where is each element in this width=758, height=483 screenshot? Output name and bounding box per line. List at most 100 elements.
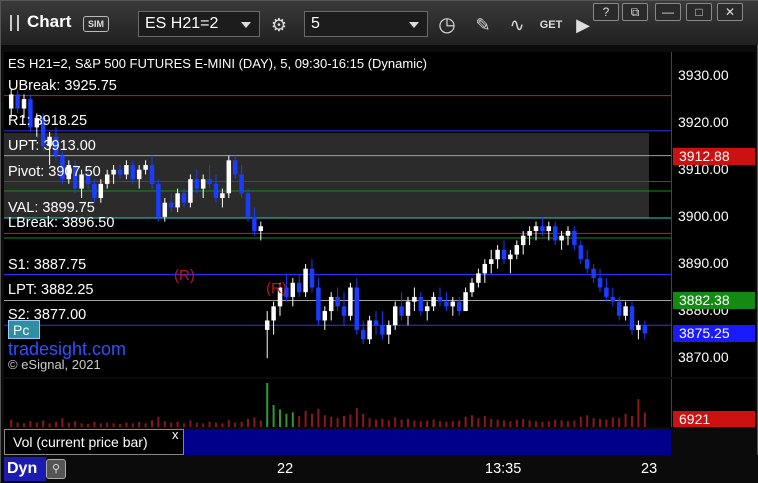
chart-type-icon[interactable] <box>10 15 19 31</box>
volume-panel[interactable] <box>4 379 671 427</box>
candle-body <box>322 311 328 321</box>
candle-body <box>232 160 238 175</box>
candle-body <box>168 202 174 208</box>
link-button[interactable]: ⧉ <box>622 3 648 21</box>
candle-body <box>520 235 526 246</box>
level-label: UBreak: 3925.75 <box>8 77 117 94</box>
level-label: S1: 3887.75 <box>8 256 87 273</box>
candle-body <box>367 320 372 340</box>
candle-body <box>226 160 232 194</box>
close-button[interactable]: ✕ <box>717 3 743 21</box>
volume-bar <box>157 416 160 427</box>
minimize-button[interactable]: — <box>655 3 681 21</box>
candle-body <box>175 193 180 208</box>
candle-body <box>629 306 635 330</box>
candle-body <box>591 268 596 279</box>
volume-bar <box>528 420 531 427</box>
volume-bar <box>208 421 211 427</box>
candle-body <box>156 183 161 217</box>
pencil-icon[interactable]: ✎ <box>469 11 497 39</box>
candle-body <box>264 320 270 330</box>
volume-bar <box>567 421 569 427</box>
volume-bar <box>554 419 557 427</box>
volume-bar <box>55 421 57 427</box>
volume-label-bar: Vol (current price bar) x <box>4 427 671 455</box>
volume-plot <box>10 383 646 427</box>
volume-bar <box>336 418 339 427</box>
symbol-field[interactable]: ES H21=2 <box>138 11 260 37</box>
volume-bar <box>202 423 205 427</box>
candle-body <box>117 169 123 175</box>
pc-button[interactable]: Pc <box>8 320 40 339</box>
price-tag: 3875.25 <box>673 325 755 343</box>
candle-body <box>450 301 456 307</box>
volume-bar <box>29 421 32 427</box>
close-icon[interactable]: x <box>172 427 179 442</box>
candle-body <box>162 202 168 217</box>
volume-bar <box>227 419 230 427</box>
volume-bar <box>259 420 262 427</box>
candle-body <box>540 226 545 231</box>
candle-body <box>565 230 571 236</box>
volume-bar <box>131 423 134 427</box>
volume-bar <box>234 422 237 427</box>
candle-body <box>21 99 27 109</box>
dyn-label: Dyn <box>4 457 46 481</box>
candle-body <box>495 249 500 260</box>
volume-bar <box>10 419 13 427</box>
candle-body <box>399 306 404 316</box>
candle-body <box>348 287 353 316</box>
candle-body <box>584 259 590 269</box>
candle-body <box>207 179 212 184</box>
volume-bar <box>35 422 38 427</box>
volume-bar <box>419 421 422 427</box>
volume-bar <box>579 416 582 427</box>
volume-bar <box>407 418 409 427</box>
candle-body <box>360 329 366 340</box>
get-button[interactable]: GET <box>537 11 565 39</box>
help-button[interactable]: ? <box>593 3 619 21</box>
volume-bar <box>93 421 96 427</box>
price-axis[interactable]: 3930.00 3920.00 3910.00 3900.00 3890.00 3880.… <box>671 52 755 377</box>
candle-body <box>143 165 148 170</box>
app-title: Chart <box>27 12 72 31</box>
volume-bar <box>144 423 147 427</box>
candle-body <box>392 306 398 326</box>
volume-bar <box>496 419 499 427</box>
gear-icon[interactable]: ⚙ <box>265 11 293 39</box>
date-axis: Dyn ⚲ 22 13:35 23 <box>1 455 758 483</box>
candle-body <box>501 249 507 260</box>
candle-body <box>309 268 315 288</box>
date-tick: 22 <box>277 461 294 477</box>
clock-icon[interactable]: ◷ <box>433 11 461 39</box>
price-chart[interactable]: ES H21=2, S&P 500 FUTURES E-MINI (DAY), … <box>4 52 671 377</box>
candle-body <box>92 183 97 199</box>
volume-bar <box>624 413 627 427</box>
chevron-down-icon <box>409 22 419 28</box>
candle-body <box>220 193 225 199</box>
volume-bar <box>464 416 467 427</box>
volume-bar <box>471 415 473 427</box>
volume-bar <box>368 418 371 427</box>
lock-icon[interactable]: ⚲ <box>46 459 66 479</box>
symbol-value: ES H21=2 <box>145 15 219 32</box>
volume-bar <box>304 410 307 427</box>
volume-bar <box>87 424 89 427</box>
volume-bar <box>490 418 493 427</box>
r-marker: (R) <box>174 267 195 284</box>
maximize-button[interactable]: □ <box>686 3 712 21</box>
study-icon[interactable]: ∿ <box>503 11 531 39</box>
candle-body <box>124 165 129 175</box>
candle-body <box>252 216 257 231</box>
interval-field[interactable]: 5 <box>304 11 428 37</box>
candle-body <box>623 306 628 316</box>
candle-body <box>488 259 494 264</box>
volume-bar <box>247 418 249 427</box>
candle-body <box>444 301 449 307</box>
volume-bar <box>343 416 345 427</box>
volume-bar <box>253 417 256 427</box>
chart-title: ES H21=2, S&P 500 FUTURES E-MINI (DAY), … <box>8 56 427 71</box>
volume-bar <box>61 418 64 427</box>
candle-body <box>482 263 488 274</box>
candle-body <box>239 174 244 194</box>
